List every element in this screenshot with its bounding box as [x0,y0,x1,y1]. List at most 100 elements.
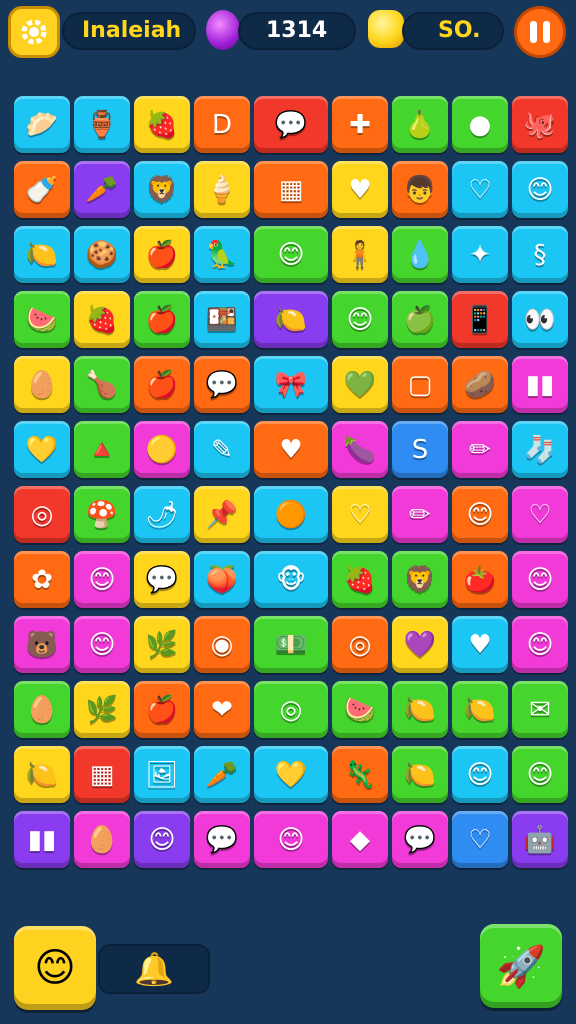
game-tile[interactable]: 📱 [452,291,508,348]
game-tile[interactable]: 🦁 [134,161,190,218]
game-tile[interactable]: 🧍 [332,226,388,283]
game-tile[interactable]: 💬 [254,96,328,153]
game-tile[interactable]: ✚ [332,96,388,153]
game-tile[interactable]: ◎ [332,616,388,673]
game-tile[interactable]: 🍼 [14,161,70,218]
game-tile[interactable]: 🌿 [74,681,130,738]
game-tile[interactable]: 🥕 [74,161,130,218]
game-tile[interactable]: 🍓 [74,291,130,348]
game-tile[interactable]: 🍉 [332,681,388,738]
game-tile[interactable]: 💬 [134,551,190,608]
gear-icon[interactable] [8,6,60,58]
game-tile[interactable]: 🍆 [332,421,388,478]
game-tile[interactable]: 😊 [332,291,388,348]
game-tile[interactable]: ♥ [254,421,328,478]
game-tile[interactable]: 💚 [332,356,388,413]
game-tile[interactable]: § [512,226,568,283]
game-tile[interactable]: 👀 [512,291,568,348]
game-tile[interactable]: 🍎 [134,681,190,738]
game-tile[interactable]: 🤖 [512,811,568,868]
game-tile[interactable]: 💬 [392,811,448,868]
game-tile[interactable]: 🦁 [392,551,448,608]
game-tile[interactable]: ▮▮ [512,356,568,413]
game-tile[interactable]: 💛 [14,421,70,478]
game-tile[interactable]: 🦎 [332,746,388,803]
game-tile[interactable]: 😊 [74,551,130,608]
game-tile[interactable]: ▮▮ [14,811,70,868]
bell-icon[interactable]: 🔔 [134,950,174,988]
game-tile[interactable]: 😊 [254,226,328,283]
game-tile[interactable]: ♥ [452,616,508,673]
game-tile[interactable]: 🍑 [194,551,250,608]
game-tile[interactable]: 😊 [512,551,568,608]
game-tile[interactable]: 🍎 [134,356,190,413]
game-tile[interactable]: 🍏 [392,291,448,348]
game-tile[interactable]: 👦 [392,161,448,218]
game-tile[interactable]: 🍅 [452,551,508,608]
game-tile[interactable]: 🐙 [512,96,568,153]
game-tile[interactable]: 💜 [392,616,448,673]
game-tile[interactable]: 🧦 [512,421,568,478]
game-tile[interactable]: ◉ [194,616,250,673]
game-tile[interactable]: 🍎 [134,291,190,348]
game-tile[interactable]: 😊 [512,746,568,803]
game-tile[interactable]: 😊 [254,811,328,868]
game-tile[interactable]: 🥕 [194,746,250,803]
game-tile[interactable]: 🍋 [14,746,70,803]
game-tile[interactable]: ✿ [14,551,70,608]
game-tile[interactable]: 🎀 [254,356,328,413]
game-tile[interactable]: 😊 [134,811,190,868]
game-tile[interactable]: ✏ [392,486,448,543]
game-tile[interactable]: ♡ [452,161,508,218]
game-tile[interactable]: 💛 [254,746,328,803]
game-tile[interactable]: ♡ [452,811,508,868]
game-tile[interactable]: 🍉 [14,291,70,348]
game-tile[interactable]: ✉ [512,681,568,738]
game-tile[interactable]: ♡ [512,486,568,543]
game-tile[interactable]: 🍪 [74,226,130,283]
game-tile[interactable]: ▦ [74,746,130,803]
game-tile[interactable]: 🟡 [134,421,190,478]
smiley-helper-button[interactable]: 😊 [14,926,96,1010]
game-tile[interactable]: 🥟 [14,96,70,153]
game-tile[interactable]: 🍎 [134,226,190,283]
game-tile[interactable]: S [392,421,448,478]
game-tile[interactable]: 🏺 [74,96,130,153]
game-tile[interactable]: ● [452,96,508,153]
game-tile[interactable]: 🍄 [74,486,130,543]
game-tile[interactable]: ✦ [452,226,508,283]
game-tile[interactable]: 😊 [512,161,568,218]
game-tile[interactable]: ♡ [332,486,388,543]
game-tile[interactable]: 💵 [254,616,328,673]
game-tile[interactable]: 🐻 [14,616,70,673]
game-tile[interactable]: ✏ [452,421,508,478]
game-tile[interactable]: 🌶 [134,486,190,543]
game-tile[interactable]: ✎ [194,421,250,478]
game-tile[interactable]: 🥔 [452,356,508,413]
game-tile[interactable]: 🔺 [74,421,130,478]
game-tile[interactable]: ◆ [332,811,388,868]
game-tile[interactable]: ❤ [194,681,250,738]
game-tile[interactable]: 😊 [512,616,568,673]
game-tile[interactable]: 🥚 [14,681,70,738]
game-tile[interactable]: 😊 [452,486,508,543]
game-tile[interactable]: ♥ [332,161,388,218]
rocket-button[interactable]: 🚀 [480,924,562,1008]
game-tile[interactable]: 💬 [194,811,250,868]
game-tile[interactable]: 🌿 [134,616,190,673]
game-tile[interactable]: 🦜 [194,226,250,283]
game-tile[interactable]: 🍦 [194,161,250,218]
game-tile[interactable]: ▦ [254,161,328,218]
pause-button[interactable] [514,6,566,58]
game-tile[interactable]: 🍋 [452,681,508,738]
game-tile[interactable]: 🍋 [392,746,448,803]
game-tile[interactable]: 💬 [194,356,250,413]
game-tile[interactable]: 🍋 [392,681,448,738]
game-tile[interactable]: 😊 [452,746,508,803]
game-tile[interactable]: 💧 [392,226,448,283]
game-tile[interactable]: 😊 [74,616,130,673]
game-tile[interactable]: 🍱 [194,291,250,348]
game-tile[interactable]: 🥚 [14,356,70,413]
game-tile[interactable]: 🍋 [254,291,328,348]
game-tile[interactable]: D [194,96,250,153]
